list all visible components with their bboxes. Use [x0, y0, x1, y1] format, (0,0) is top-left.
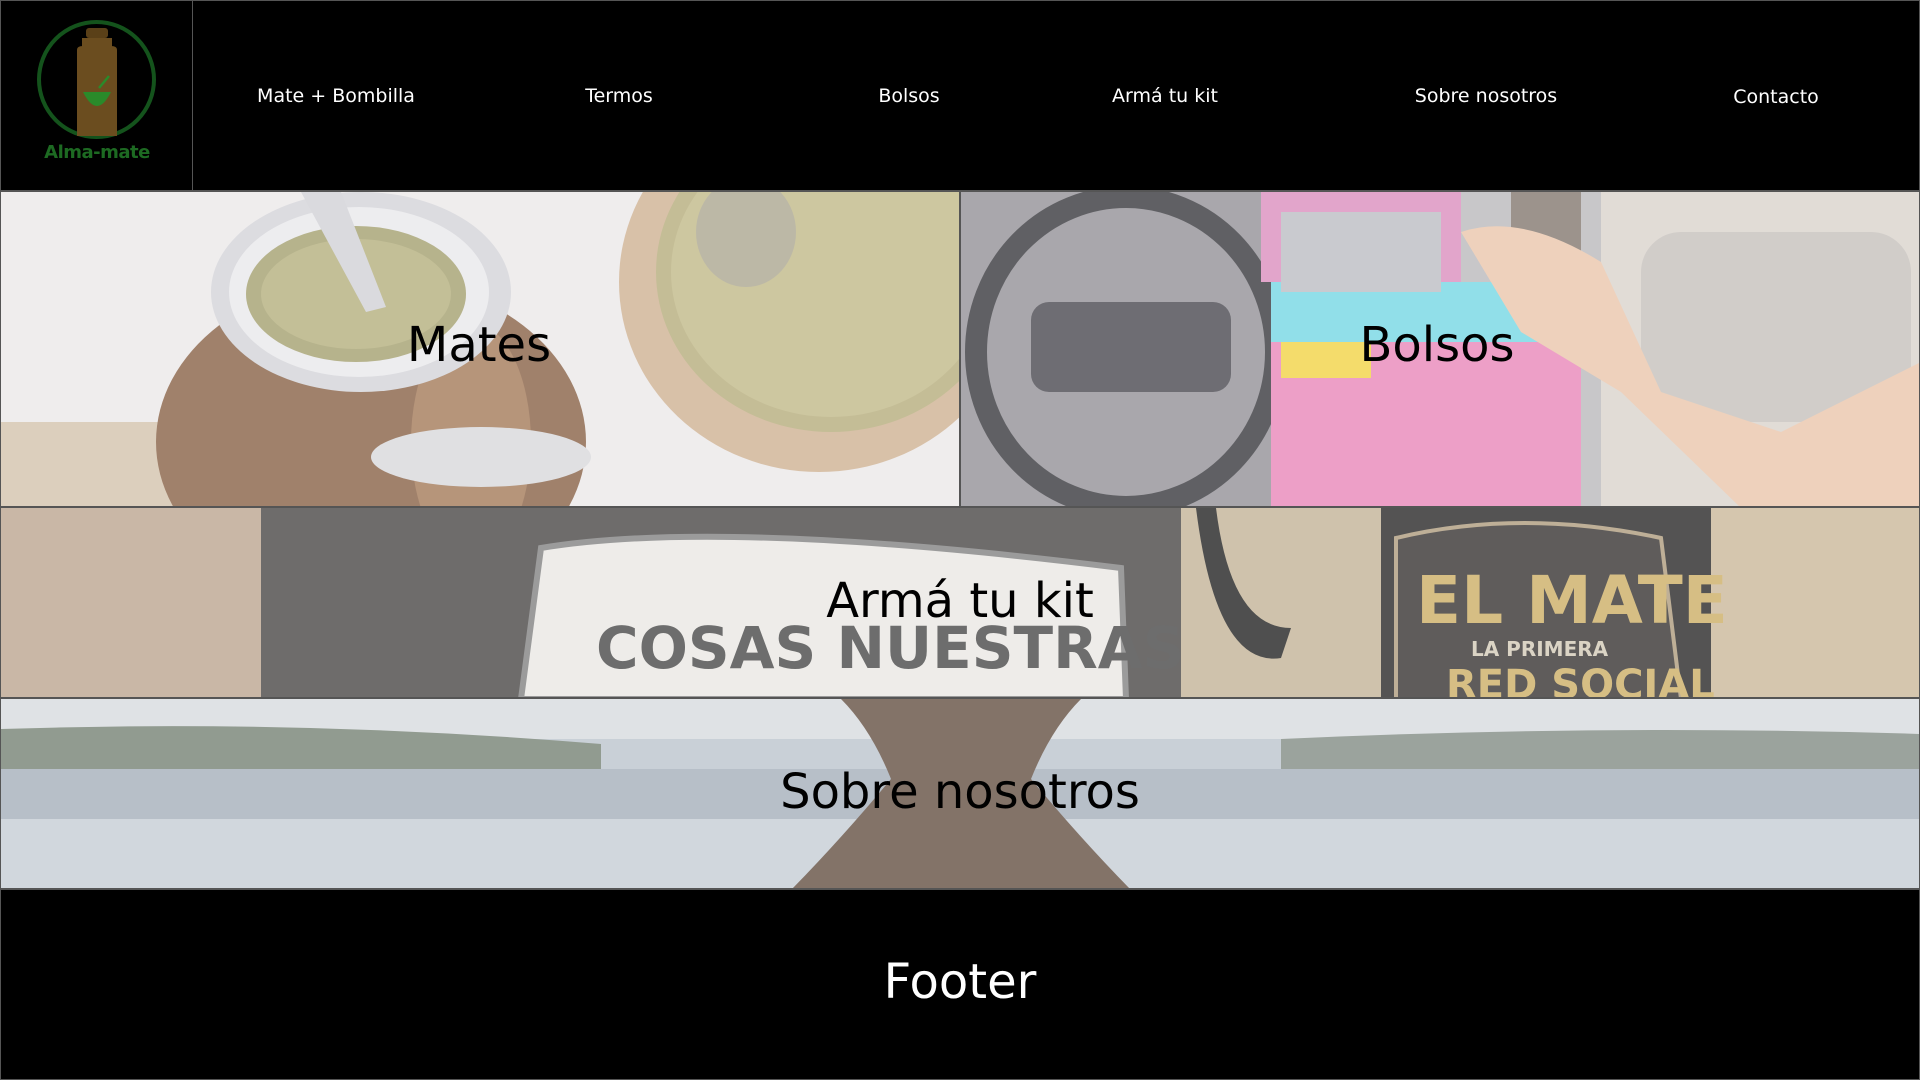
logo-text: Alma-mate — [44, 142, 150, 163]
site-header: Alma-mate Mate + Bombilla Termos Bolsos … — [0, 0, 1920, 192]
nav-item-termos[interactable]: Termos — [585, 85, 653, 107]
logo[interactable]: Alma-mate — [1, 1, 193, 192]
panel-title: Bolsos — [1359, 317, 1515, 373]
panel-title: Armá tu kit — [826, 573, 1094, 629]
panel-title: Mates — [406, 317, 552, 373]
nav-item-contacto[interactable]: Contacto — [1733, 86, 1819, 108]
panel-bolsos[interactable]: Bolsos — [960, 191, 1920, 507]
nav-item-mate-bombilla[interactable]: Mate + Bombilla — [257, 85, 415, 107]
site-footer: Footer — [0, 889, 1920, 1080]
panel-arma-tu-kit[interactable]: COSAS NUESTRAS EL MATE LA PRIMERA RED SO… — [0, 507, 1920, 698]
nav-item-bolsos[interactable]: Bolsos — [878, 85, 939, 107]
panel-title: Sobre nosotros — [780, 764, 1140, 820]
nav-item-sobre-nosotros[interactable]: Sobre nosotros — [1415, 85, 1557, 107]
panel-sobre-nosotros[interactable]: Sobre nosotros — [0, 698, 1920, 889]
nav-item-arma-tu-kit[interactable]: Armá tu kit — [1112, 85, 1218, 107]
thermos-icon — [77, 28, 117, 136]
panel-mates[interactable]: Mates — [0, 191, 960, 507]
footer-label: Footer — [883, 954, 1037, 1010]
